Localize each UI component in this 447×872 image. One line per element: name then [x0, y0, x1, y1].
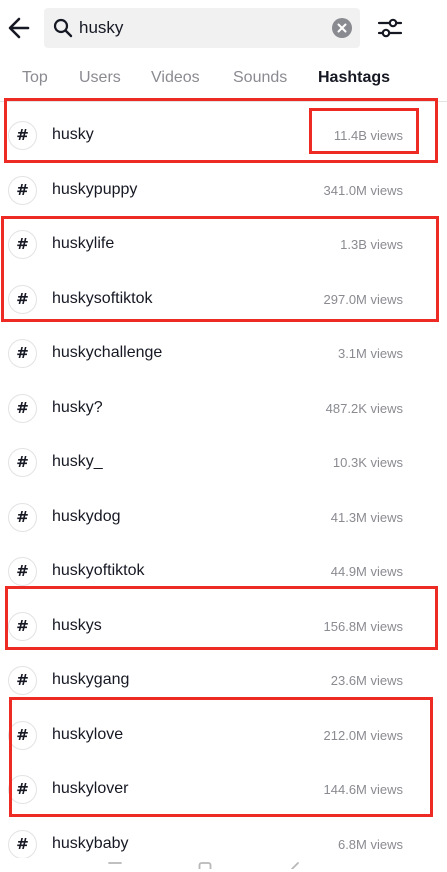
hashtag-name: huskyoftiktok [52, 562, 145, 579]
hashtag-row[interactable]: # husky_ 10.3K views [0, 436, 447, 490]
hashtag-views: 341.0M views [323, 183, 403, 198]
hashtag-row[interactable]: # huskylove 212.0M views [0, 709, 447, 763]
tab-videos[interactable]: Videos [151, 69, 200, 87]
tab-hashtags[interactable]: Hashtags [318, 69, 390, 87]
active-tab-indicator [304, 98, 400, 100]
hashtag-row[interactable]: # huskylover 144.6M views [0, 763, 447, 817]
hashtag-views: 144.6M views [323, 782, 403, 797]
nav-back-icon[interactable] [288, 862, 302, 869]
hashtag-icon: # [8, 230, 37, 259]
hashtag-icon: # [8, 721, 37, 750]
hashtag-name: huskys [52, 617, 102, 634]
hashtag-name: husky [52, 126, 94, 143]
hashtag-icon: # [8, 176, 37, 205]
hashtag-icon: # [8, 285, 37, 314]
filter-button[interactable] [376, 14, 404, 42]
search-icon [53, 18, 73, 38]
hashtag-views: 41.3M views [330, 510, 403, 525]
search-bar[interactable] [44, 8, 360, 48]
hashtag-views: 156.8M views [323, 619, 403, 634]
hashtag-row[interactable]: # huskysoftiktok 297.0M views [0, 273, 447, 327]
hashtag-views: 10.3K views [332, 455, 403, 470]
back-arrow-icon [8, 17, 30, 39]
hashtag-name: huskydog [52, 508, 121, 525]
hashtag-name: huskychallenge [52, 344, 163, 361]
hashtag-icon: # [8, 448, 37, 477]
back-button[interactable] [6, 12, 34, 44]
hashtag-name: huskylove [52, 726, 124, 743]
search-header [0, 0, 447, 56]
hashtag-name: husky? [52, 399, 103, 416]
tab-sounds[interactable]: Sounds [233, 69, 287, 87]
hashtag-icon: # [8, 830, 37, 859]
hashtag-views: 297.0M views [323, 292, 403, 307]
hashtag-row[interactable]: # huskyoftiktok 44.9M views [0, 545, 447, 599]
hashtag-row[interactable]: # huskychallenge 3.1M views [0, 327, 447, 381]
hashtag-icon: # [8, 503, 37, 532]
hashtag-views: 487.2K views [325, 401, 403, 416]
hashtag-views: 3.1M views [337, 346, 403, 361]
hashtag-name: huskypuppy [52, 181, 138, 198]
hashtag-name: huskybaby [52, 835, 129, 852]
hashtag-row[interactable]: # huskys 156.8M views [0, 600, 447, 654]
hashtag-name: huskysoftiktok [52, 290, 153, 307]
hashtag-row[interactable]: # huskypuppy 341.0M views [0, 164, 447, 218]
hashtag-name: huskygang [52, 671, 130, 688]
hashtag-row[interactable]: # huskylife 1.3B views [0, 218, 447, 272]
hashtag-icon: # [8, 612, 37, 641]
hashtag-icon: # [8, 666, 37, 695]
hashtag-name: husky_ [52, 453, 103, 470]
search-tabs: Top Users Videos Sounds Hashtags [0, 56, 447, 102]
hashtag-name: huskylife [52, 235, 115, 252]
hashtag-icon: # [8, 557, 37, 586]
hashtag-views: 23.6M views [330, 673, 403, 688]
hashtag-row[interactable]: # huskygang 23.6M views [0, 654, 447, 708]
close-icon [337, 23, 347, 33]
hashtag-views: 44.9M views [330, 564, 403, 579]
hashtag-icon: # [8, 394, 37, 423]
hashtag-row[interactable]: # husky? 487.2K views [0, 382, 447, 436]
sliders-icon [377, 18, 403, 38]
hashtag-icon: # [8, 121, 37, 150]
hashtag-views: 212.0M views [323, 728, 403, 743]
hashtag-views: 11.4B views [333, 128, 403, 143]
hashtag-name: huskylover [52, 780, 129, 797]
system-nav-bar [0, 858, 447, 869]
hashtag-views: 1.3B views [340, 237, 403, 252]
menu-icon[interactable] [108, 862, 122, 869]
search-input[interactable] [79, 8, 324, 48]
tab-top[interactable]: Top [22, 69, 48, 87]
home-icon[interactable] [198, 862, 212, 869]
hashtag-icon: # [8, 339, 37, 368]
tab-users[interactable]: Users [79, 69, 121, 87]
hashtag-views: 6.8M views [337, 837, 403, 852]
hashtag-row[interactable]: # husky 11.4B views [0, 109, 447, 163]
hashtag-icon: # [8, 775, 37, 804]
hashtag-row[interactable]: # huskydog 41.3M views [0, 491, 447, 545]
clear-search-button[interactable] [332, 18, 352, 38]
